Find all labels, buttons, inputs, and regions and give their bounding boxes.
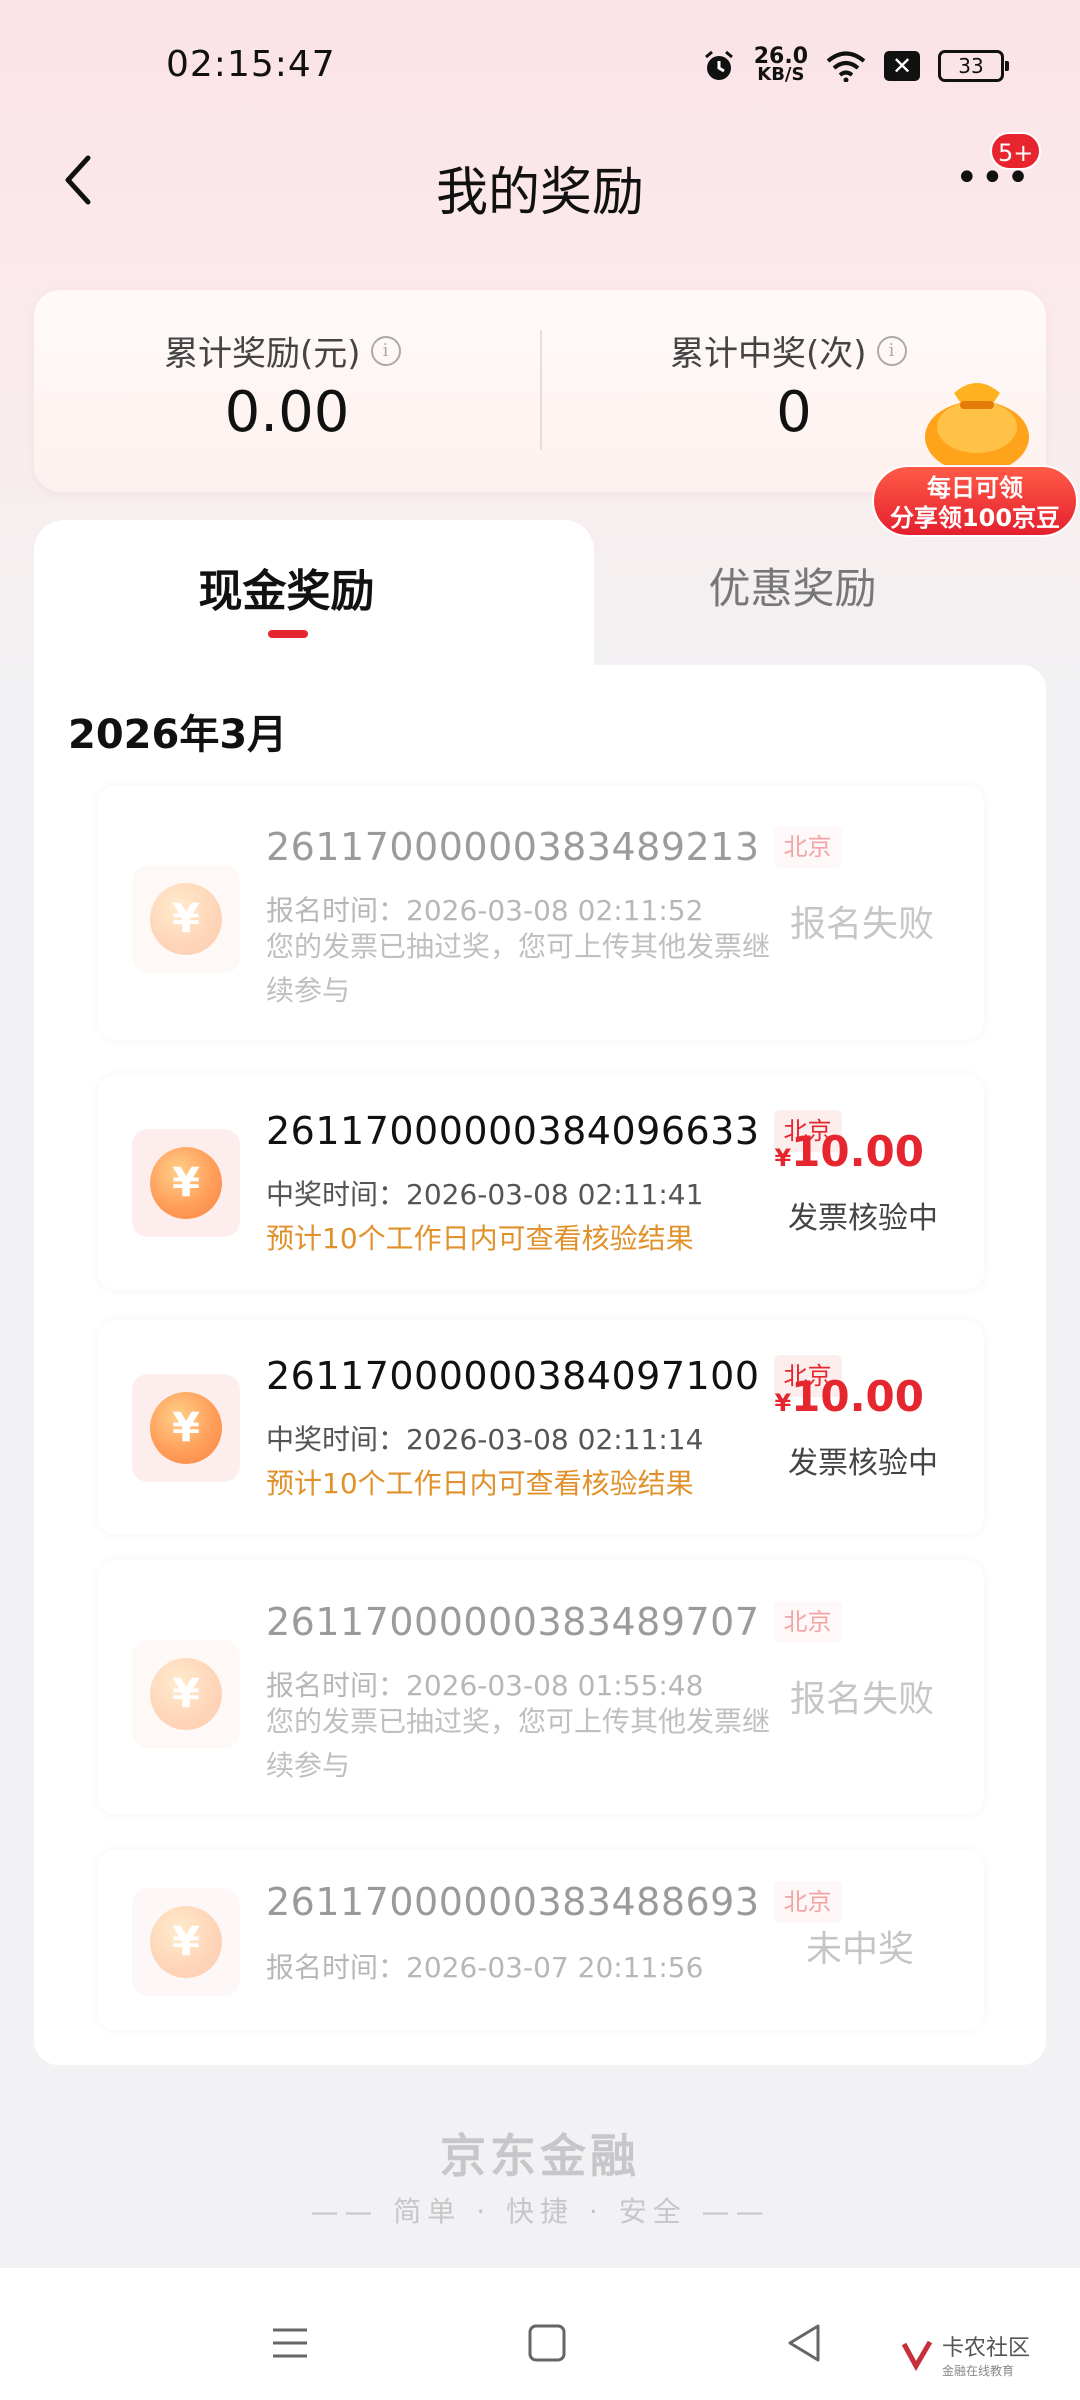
yuan-coin-icon: ¥	[132, 1129, 240, 1237]
net-speed: 26.0 KB/S	[753, 44, 808, 85]
month-header: 2026年3月	[68, 712, 288, 758]
promo-widget[interactable]: 每日可领 分享领100京豆	[872, 365, 1080, 543]
money-bag-icon	[925, 383, 1029, 473]
city-tag: 北京	[773, 1881, 842, 1923]
menu-nav-icon[interactable]	[265, 2318, 315, 2368]
yuan-coin-icon: ¥	[132, 1374, 240, 1482]
record-time: 中奖时间：2026-03-08 02:11:41	[266, 1178, 704, 1211]
record-hint: 预计10个工作日内可查看核验结果	[266, 1222, 694, 1255]
city-tag: 北京	[773, 1601, 842, 1643]
record-status: 发票核验中	[788, 1446, 938, 1481]
list-item[interactable]: ¥ 26117000000384096633 北京 中奖时间：2026-03-0…	[98, 1075, 984, 1290]
page-title: 我的奖励	[435, 163, 644, 223]
home-nav-icon[interactable]	[522, 2318, 572, 2368]
record-time: 报名时间：2026-03-08 01:55:48	[266, 1669, 704, 1702]
record-status: 报名失败	[789, 904, 934, 945]
battery-icon: 33	[938, 50, 1009, 82]
record-status: 未中奖	[805, 1929, 914, 1970]
wifi-icon	[826, 51, 866, 82]
list-item[interactable]: ¥ 26117000000383488693 北京 报名时间：2026-03-0…	[98, 1850, 984, 2030]
brand-slogan: —— 简单 · 快捷 · 安全 ——	[310, 2195, 770, 2228]
info-icon[interactable]: i	[370, 335, 401, 366]
brand-logo: 京东金融	[440, 2129, 640, 2183]
record-hint: 预计10个工作日内可查看核验结果	[266, 1467, 694, 1500]
yuan-coin-icon: ¥	[132, 1640, 240, 1748]
yuan-coin-icon: ¥	[132, 1888, 240, 1996]
status-time: 02:15:47	[166, 44, 336, 85]
tab-cash-reward[interactable]: 现金奖励	[34, 555, 539, 619]
invoice-number: 26117000000384096633	[266, 1109, 760, 1153]
total-reward-label: 累计奖励(元) i	[164, 326, 401, 375]
reward-amount: ¥10.00	[774, 1127, 924, 1176]
reward-amount: ¥10.00	[774, 1372, 924, 1421]
invoice-number: 26117000000384097100	[266, 1354, 760, 1398]
yuan-coin-icon: ¥	[132, 865, 240, 973]
record-time: 报名时间：2026-03-07 20:11:56	[266, 1951, 704, 1984]
tab-indicator	[268, 630, 308, 638]
promo-button[interactable]: 每日可领 分享领100京豆	[872, 465, 1078, 537]
list-item[interactable]: ¥ 26117000000383489707 北京 报名时间：2026-03-0…	[98, 1560, 984, 1815]
tab-coupon-reward[interactable]: 优惠奖励	[560, 555, 1025, 616]
list-item[interactable]: ¥ 26117000000384097100 北京 中奖时间：2026-03-0…	[98, 1320, 984, 1535]
record-status: 报名失败	[789, 1679, 934, 1720]
back-nav-icon[interactable]	[780, 2318, 830, 2368]
list-item[interactable]: ¥ 26117000000383489213 北京 报名时间：2026-03-0…	[98, 785, 984, 1040]
record-note: 您的发票已抽过奖，您可上传其他发票继续参与	[266, 930, 771, 1007]
watermark-logo-icon	[901, 2340, 933, 2371]
total-reward-value: 0.00	[224, 380, 350, 445]
record-time: 中奖时间：2026-03-08 02:11:14	[266, 1423, 704, 1456]
record-time: 报名时间：2026-03-08 02:11:52	[266, 894, 704, 927]
record-note: 您的发票已抽过奖，您可上传其他发票继续参与	[266, 1705, 771, 1782]
status-icons: 26.0 KB/S ✕ 33	[702, 44, 1009, 88]
sim-off-icon: ✕	[884, 51, 920, 81]
alarm-icon	[704, 50, 733, 80]
invoice-number: 26117000000383488693	[266, 1880, 760, 1924]
record-status: 发票核验中	[788, 1201, 938, 1236]
city-tag: 北京	[773, 826, 842, 868]
invoice-number: 26117000000383489213	[266, 825, 760, 869]
notification-badge: 5+	[990, 132, 1042, 170]
info-icon[interactable]: i	[876, 335, 907, 366]
invoice-number: 26117000000383489707	[266, 1600, 760, 1644]
watermark: 卡农社区 金融在线教育	[900, 2330, 1030, 2379]
